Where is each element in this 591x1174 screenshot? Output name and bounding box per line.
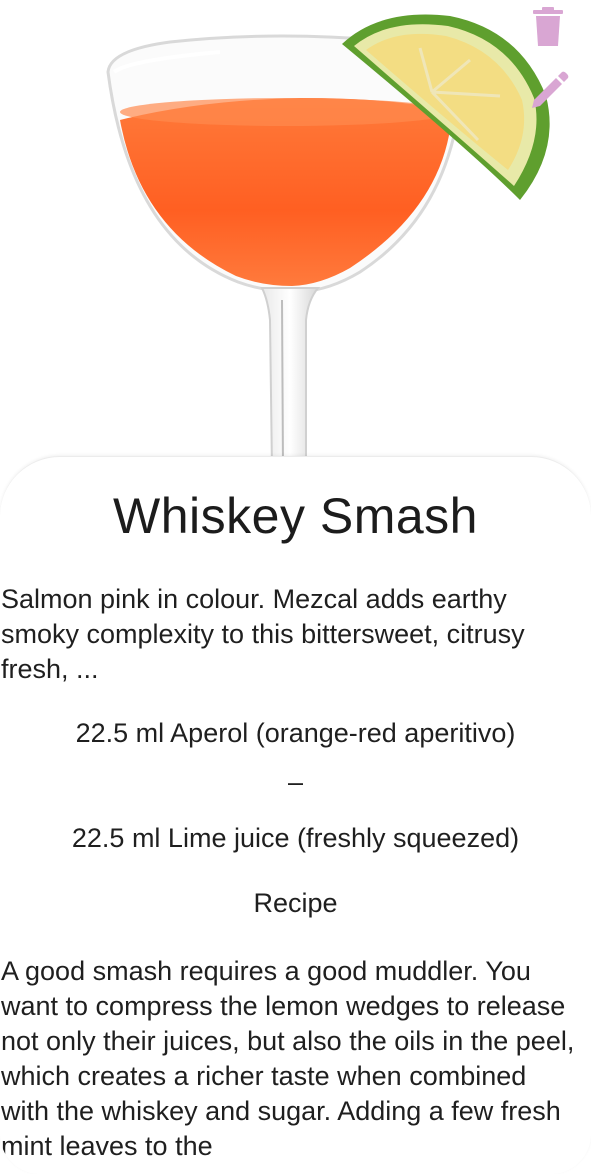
recipe-text: A good smash requires a good muddler. Yo… [1, 956, 575, 1161]
ingredient-item: 22.5 ml Lime juice (freshly squeezed) [71, 823, 520, 853]
drink-image [0, 0, 591, 470]
ingredient-item: – [287, 767, 304, 797]
ingredient-item: 22.5 ml Aperol (orange-red aperitivo) [75, 718, 516, 748]
drink-title: Whiskey Smash [113, 488, 478, 544]
delete-button[interactable] [531, 6, 571, 50]
pencil-icon [532, 71, 569, 108]
drink-details-card: Whiskey Smash Salmon pink in colour. Mez… [0, 456, 591, 1174]
drink-description: Salmon pink in colour. Mezcal adds earth… [1, 584, 525, 684]
recipe-heading: Recipe [253, 888, 338, 918]
trash-icon [533, 7, 563, 46]
edit-button[interactable] [530, 70, 570, 114]
cocktail-illustration [106, 14, 550, 470]
